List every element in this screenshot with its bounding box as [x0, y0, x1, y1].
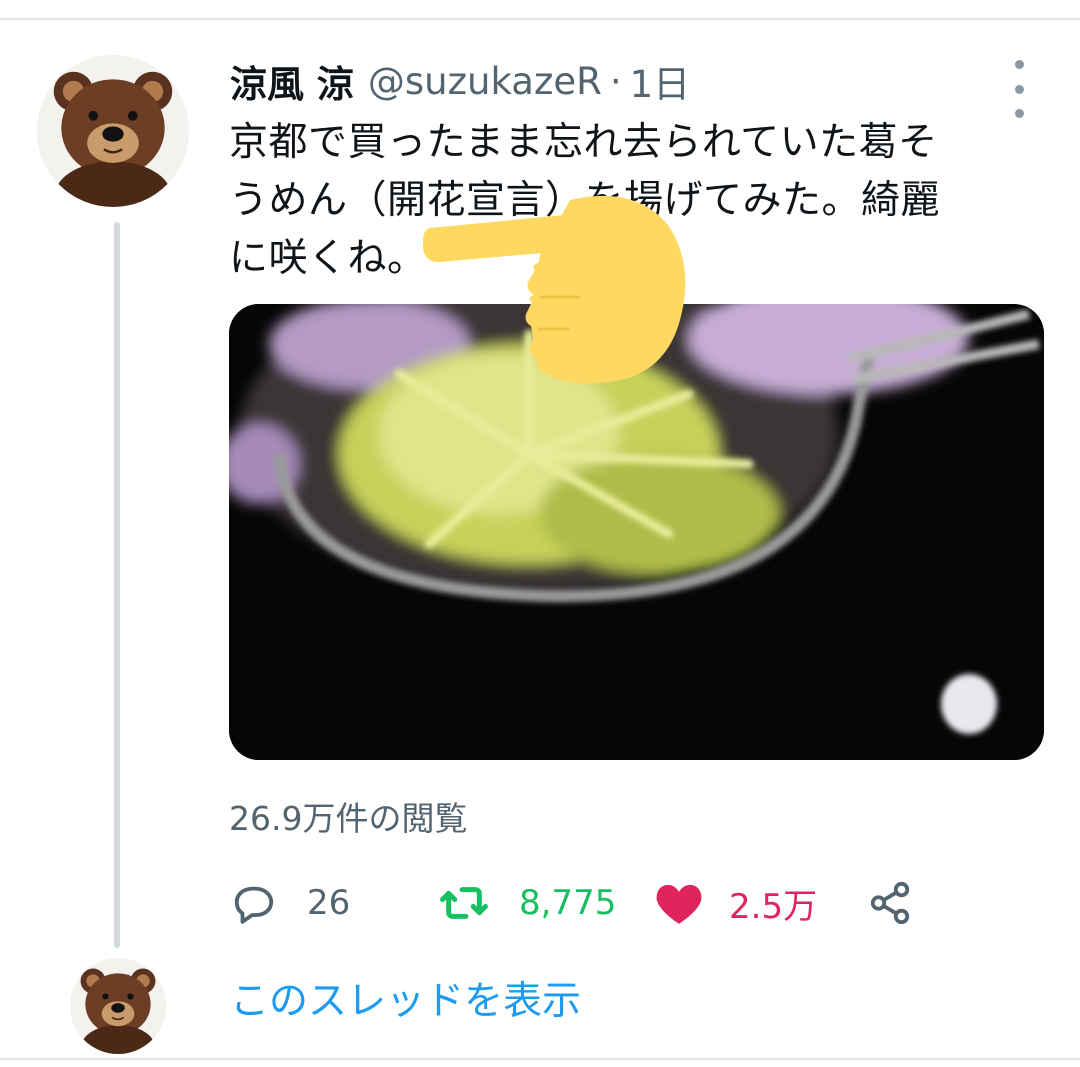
- thread-author-avatar[interactable]: [70, 958, 166, 1054]
- separator-dot: ·: [609, 59, 622, 103]
- like-count: 2.5万: [729, 886, 818, 927]
- reply-button[interactable]: 26: [229, 868, 350, 938]
- retweet-button[interactable]: 8,775: [439, 868, 616, 938]
- share-button[interactable]: [865, 868, 915, 938]
- tweet-actions-bar: 26 8,775 2.5万: [229, 868, 929, 938]
- heart-icon: [654, 878, 704, 928]
- top-divider: [0, 18, 1080, 20]
- pointing-hand-emoji-overlay: [422, 195, 686, 384]
- bear-avatar-image: [37, 55, 189, 207]
- bear-avatar-image: [70, 958, 166, 1054]
- tweet-header: 涼風 涼 @suzukazeR · 1日: [230, 54, 691, 108]
- like-button[interactable]: 2.5万: [654, 868, 817, 938]
- view-count: 26.9万件の閲覧: [229, 799, 468, 838]
- retweet-arrows-icon: [439, 878, 489, 928]
- more-options-icon[interactable]: [1002, 56, 1036, 122]
- speech-bubble-icon: [229, 878, 279, 928]
- user-handle[interactable]: @suzukazeR: [368, 60, 602, 103]
- show-thread-link[interactable]: このスレッドを表示: [230, 970, 581, 1026]
- display-name[interactable]: 涼風 涼: [230, 54, 354, 108]
- thread-connector-line: [114, 222, 120, 948]
- bottom-divider: [0, 1058, 1080, 1060]
- share-nodes-icon: [865, 878, 915, 928]
- retweet-count: 8,775: [519, 883, 617, 923]
- tweet-time[interactable]: 1日: [630, 54, 691, 108]
- reply-count: 26: [307, 883, 351, 923]
- author-avatar[interactable]: [37, 55, 189, 207]
